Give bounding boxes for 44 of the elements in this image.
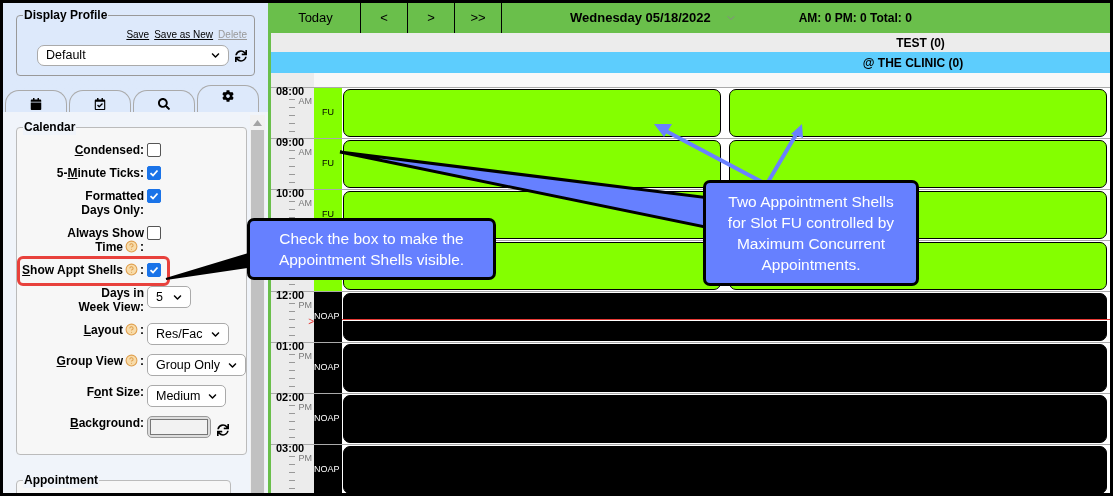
- period-label: AM: [298, 96, 312, 106]
- hour-label: 02:00: [276, 391, 305, 403]
- setting-label: Font Size:: [85, 384, 144, 399]
- slot-label: NOAP: [314, 361, 340, 375]
- hour-label: 03:00: [276, 442, 305, 454]
- select-value: Res/Fac: [156, 325, 203, 343]
- hour-label: 12:00: [276, 289, 305, 301]
- setting-label: Group View :: [55, 353, 144, 368]
- period-label: PM: [298, 402, 312, 412]
- period-label: AM: [298, 198, 312, 208]
- period-label: AM: [298, 147, 312, 157]
- now-marker: >: [308, 317, 314, 327]
- setting-label: Show Appt Shells :: [21, 262, 144, 277]
- hour-label: 09:00: [276, 136, 305, 148]
- slot-label: NOAP: [314, 463, 340, 477]
- panel-legend: Appointment: [23, 472, 99, 488]
- setting-label: Always Show Time :: [66, 225, 144, 254]
- setting-label: Days in Week View:: [77, 285, 144, 314]
- callout-tooltip: Check the box to make the Appointment Shells visible.: [247, 218, 496, 280]
- setting-label: 5-Minute Ticks:: [55, 165, 144, 180]
- period-label: PM: [298, 300, 312, 310]
- resource-name: TEST (0): [896, 34, 945, 52]
- hour-label: 10:00: [276, 187, 305, 199]
- select-value: Group Only: [156, 356, 220, 374]
- slot-label: NOAP: [314, 412, 340, 426]
- callout-tooltip: Two Appointment Shells for Slot FU controlled by Maximum Concurrent Appointments.: [703, 180, 919, 286]
- facility-name: @ THE CLINIC (0): [862, 54, 964, 72]
- totals-label: AM: 0 PM: 0 Total: 0: [798, 10, 912, 27]
- setting-label: Layout :: [82, 322, 144, 337]
- hour-label: 01:00: [276, 340, 305, 352]
- select-value: Default: [46, 47, 86, 65]
- period-label: PM: [298, 453, 312, 463]
- panel-legend: Calendar: [23, 119, 77, 135]
- select-value: 5: [156, 288, 163, 306]
- slot-label: FU: [321, 106, 334, 120]
- slot-label: NOAP: [314, 310, 340, 322]
- hour-label: 08:00: [276, 85, 305, 97]
- setting-label: Formatted Days Only:: [80, 188, 144, 217]
- setting-label: Condensed:: [73, 142, 144, 157]
- panel-legend: Display Profile: [23, 7, 109, 23]
- period-label: PM: [298, 351, 312, 361]
- setting-label: Background:: [69, 415, 144, 430]
- select-value: Medium: [156, 387, 201, 405]
- slot-label: FU: [321, 157, 334, 171]
